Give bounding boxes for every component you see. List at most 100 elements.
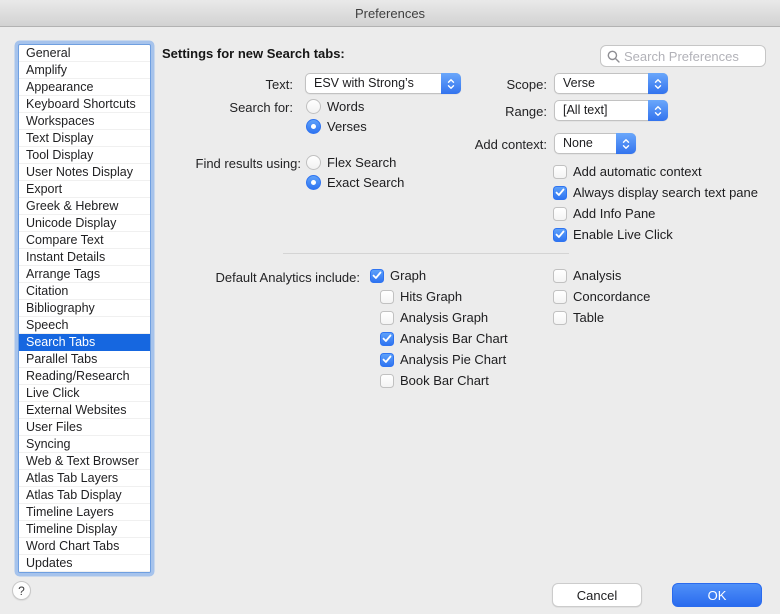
sidebar-item[interactable]: Greek & Hebrew — [19, 198, 150, 215]
sidebar-item[interactable]: Bibliography — [19, 300, 150, 317]
checkbox-row[interactable]: Add automatic context — [553, 161, 758, 182]
sidebar-item[interactable]: Updates — [19, 555, 150, 572]
checkbox-icon — [553, 165, 567, 179]
checkbox-label: Analysis — [573, 268, 621, 283]
sidebar-item[interactable]: Atlas Tab Layers — [19, 470, 150, 487]
sidebar-item[interactable]: Unicode Display — [19, 215, 150, 232]
sidebar-item[interactable]: User Notes Display — [19, 164, 150, 181]
analytics-primary-group: Graph — [370, 268, 426, 283]
checkbox-row[interactable]: Analysis Pie Chart — [380, 349, 508, 370]
sidebar-item[interactable]: Parallel Tabs — [19, 351, 150, 368]
sidebar-item[interactable]: Timeline Layers — [19, 504, 150, 521]
section-divider — [283, 253, 569, 254]
checkbox-icon — [380, 353, 394, 367]
checkbox-row[interactable]: Analysis — [553, 265, 650, 286]
radio-option[interactable]: Flex Search — [306, 152, 404, 172]
radio-option[interactable]: Verses — [306, 116, 367, 136]
add-context-label: Add context: — [407, 137, 547, 152]
radio-dot-icon — [311, 180, 316, 185]
analytics-label: Default Analytics include: — [160, 270, 360, 285]
checkbox-icon — [380, 374, 394, 388]
radio-label: Exact Search — [327, 175, 404, 190]
ok-button-label: OK — [708, 588, 727, 603]
sidebar-item[interactable]: Timeline Display — [19, 521, 150, 538]
sidebar-item-label: Instant Details — [26, 250, 105, 264]
checkbox-row[interactable]: Hits Graph — [380, 286, 508, 307]
sidebar-item[interactable]: Citation — [19, 283, 150, 300]
page-title: Settings for new Search tabs: — [162, 46, 345, 61]
sidebar-item[interactable]: Reading/Research — [19, 368, 150, 385]
sidebar-item-label: Word Chart Tabs — [26, 539, 119, 553]
sidebar-item[interactable]: Keyboard Shortcuts — [19, 96, 150, 113]
checkbox-row[interactable]: Table — [553, 307, 650, 328]
sidebar-item[interactable]: Syncing — [19, 436, 150, 453]
search-icon — [607, 50, 620, 63]
checkbox-row[interactable]: Enable Live Click — [553, 224, 758, 245]
sidebar-item[interactable]: Arrange Tags — [19, 266, 150, 283]
search-for-label: Search for: — [133, 100, 293, 115]
search-input[interactable] — [624, 49, 759, 64]
sidebar-item-label: External Websites — [26, 403, 127, 417]
sidebar-item[interactable]: Export — [19, 181, 150, 198]
sidebar-item[interactable]: Text Display — [19, 130, 150, 147]
scope-popup[interactable]: Verse — [554, 73, 668, 94]
sidebar-category-list: General Amplify Appearance Keyboard Shor… — [18, 44, 151, 573]
window-title: Preferences — [355, 6, 425, 21]
radio-label: Flex Search — [327, 155, 396, 170]
find-results-label: Find results using: — [133, 156, 301, 171]
checkbox-row[interactable]: Concordance — [553, 286, 650, 307]
radio-option[interactable]: Exact Search — [306, 172, 404, 192]
sidebar-item[interactable]: Search Tabs — [19, 334, 150, 351]
context-checkbox-group: Add automatic context Always display sea… — [553, 161, 758, 245]
checkbox-row[interactable]: Graph — [370, 268, 426, 283]
preferences-window: Preferences General Amplify Appearance K… — [0, 0, 780, 614]
checkbox-row[interactable]: Always display search text pane — [553, 182, 758, 203]
checkbox-row[interactable]: Analysis Graph — [380, 307, 508, 328]
add-context-popup-value: None — [555, 134, 616, 153]
sidebar-item[interactable]: Instant Details — [19, 249, 150, 266]
checkbox-row[interactable]: Book Bar Chart — [380, 370, 508, 391]
cancel-button-label: Cancel — [577, 588, 617, 603]
sidebar-item[interactable]: Compare Text — [19, 232, 150, 249]
sidebar-item[interactable]: Speech — [19, 317, 150, 334]
sidebar-item-label: Timeline Layers — [26, 505, 114, 519]
sidebar-item[interactable]: Workspaces — [19, 113, 150, 130]
sidebar-item-label: Search Tabs — [26, 335, 95, 349]
sidebar-item[interactable]: External Websites — [19, 402, 150, 419]
checkbox-label: Add Info Pane — [573, 206, 655, 221]
title-bar[interactable]: Preferences — [0, 0, 780, 27]
radio-icon — [306, 119, 321, 134]
range-popup[interactable]: [All text] — [554, 100, 668, 121]
sidebar-item[interactable]: Word Chart Tabs — [19, 538, 150, 555]
checkbox-row[interactable]: Add Info Pane — [553, 203, 758, 224]
checkbox-label: Analysis Bar Chart — [400, 331, 508, 346]
scope-label: Scope: — [407, 77, 547, 92]
ok-button[interactable]: OK — [672, 583, 762, 607]
radio-option[interactable]: Words — [306, 96, 367, 116]
cancel-button[interactable]: Cancel — [552, 583, 642, 607]
sidebar-item[interactable]: Tool Display — [19, 147, 150, 164]
sidebar-item[interactable]: Amplify — [19, 62, 150, 79]
checkbox-row[interactable]: Analysis Bar Chart — [380, 328, 508, 349]
analytics-sub-group: Hits Graph Analysis Graph Analysis Bar C… — [380, 286, 508, 391]
sidebar-item-label: Speech — [26, 318, 68, 332]
checkbox-icon — [553, 186, 567, 200]
checkbox-icon — [370, 269, 384, 283]
sidebar-item-label: Live Click — [26, 386, 80, 400]
sidebar-item[interactable]: User Files — [19, 419, 150, 436]
checkbox-label: Analysis Graph — [400, 310, 488, 325]
sidebar-item[interactable]: Live Click — [19, 385, 150, 402]
checkbox-icon — [553, 290, 567, 304]
search-for-radio-group: Words Verses — [306, 96, 367, 136]
popup-stepper-icon — [616, 133, 636, 154]
sidebar-item[interactable]: Atlas Tab Display — [19, 487, 150, 504]
add-context-popup[interactable]: None — [554, 133, 636, 154]
sidebar-item-label: Bibliography — [26, 301, 95, 315]
sidebar-item[interactable]: General — [19, 45, 150, 62]
sidebar-item[interactable]: Web & Text Browser — [19, 453, 150, 470]
radio-icon — [306, 99, 321, 114]
search-preferences-field[interactable] — [600, 45, 766, 67]
checkbox-icon — [380, 290, 394, 304]
sidebar-item[interactable]: Appearance — [19, 79, 150, 96]
help-button[interactable]: ? — [12, 581, 31, 600]
